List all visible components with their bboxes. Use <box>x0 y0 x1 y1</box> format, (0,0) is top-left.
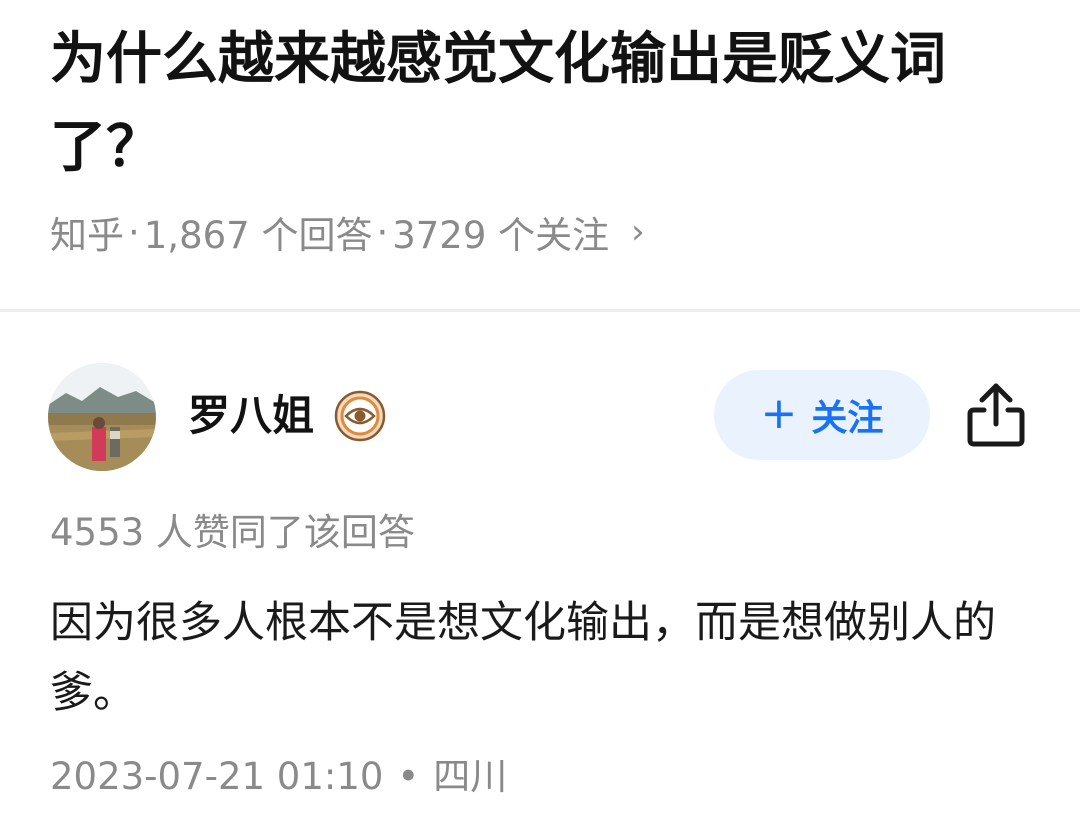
plus-icon: + <box>760 387 798 439</box>
follow-label: 关注 <box>811 398 884 439</box>
answer-timestamp: 2023-07-21 01:10 <box>50 755 384 798</box>
share-icon[interactable] <box>962 378 1030 450</box>
chevron-right-icon: › <box>631 212 645 252</box>
question-title: 为什么越来越感觉文化输出是贬义词了？ <box>50 27 946 180</box>
avatar[interactable] <box>48 363 156 471</box>
author-name[interactable]: 罗八姐 <box>188 388 314 444</box>
answers-count: 1,867 个回答 <box>143 214 373 257</box>
separator-dot: · <box>376 210 389 254</box>
section-divider <box>0 309 1080 312</box>
followers-count: 3729 个关注 <box>392 214 610 257</box>
question-meta-link[interactable]: 知乎 · 1,867 个回答 · 3729 个关注 › <box>50 204 645 260</box>
follow-button[interactable]: + 关注 <box>714 370 930 460</box>
answer-content[interactable]: 因为很多人根本不是想文化输出，而是想做别人的爹。 <box>50 588 1030 728</box>
answer-timestamp-row: 2023-07-21 01:10 • 四川 <box>50 752 507 802</box>
eye-badge-icon <box>334 390 386 442</box>
separator-dot: · <box>128 210 140 254</box>
separator-dot: • <box>397 755 420 798</box>
author-row: 罗八姐 + 关注 <box>0 360 1080 472</box>
vote-count: 4553 人赞同了该回答 <box>50 511 415 554</box>
source-label: 知乎 <box>50 214 124 257</box>
answer-location: 四川 <box>433 755 508 798</box>
